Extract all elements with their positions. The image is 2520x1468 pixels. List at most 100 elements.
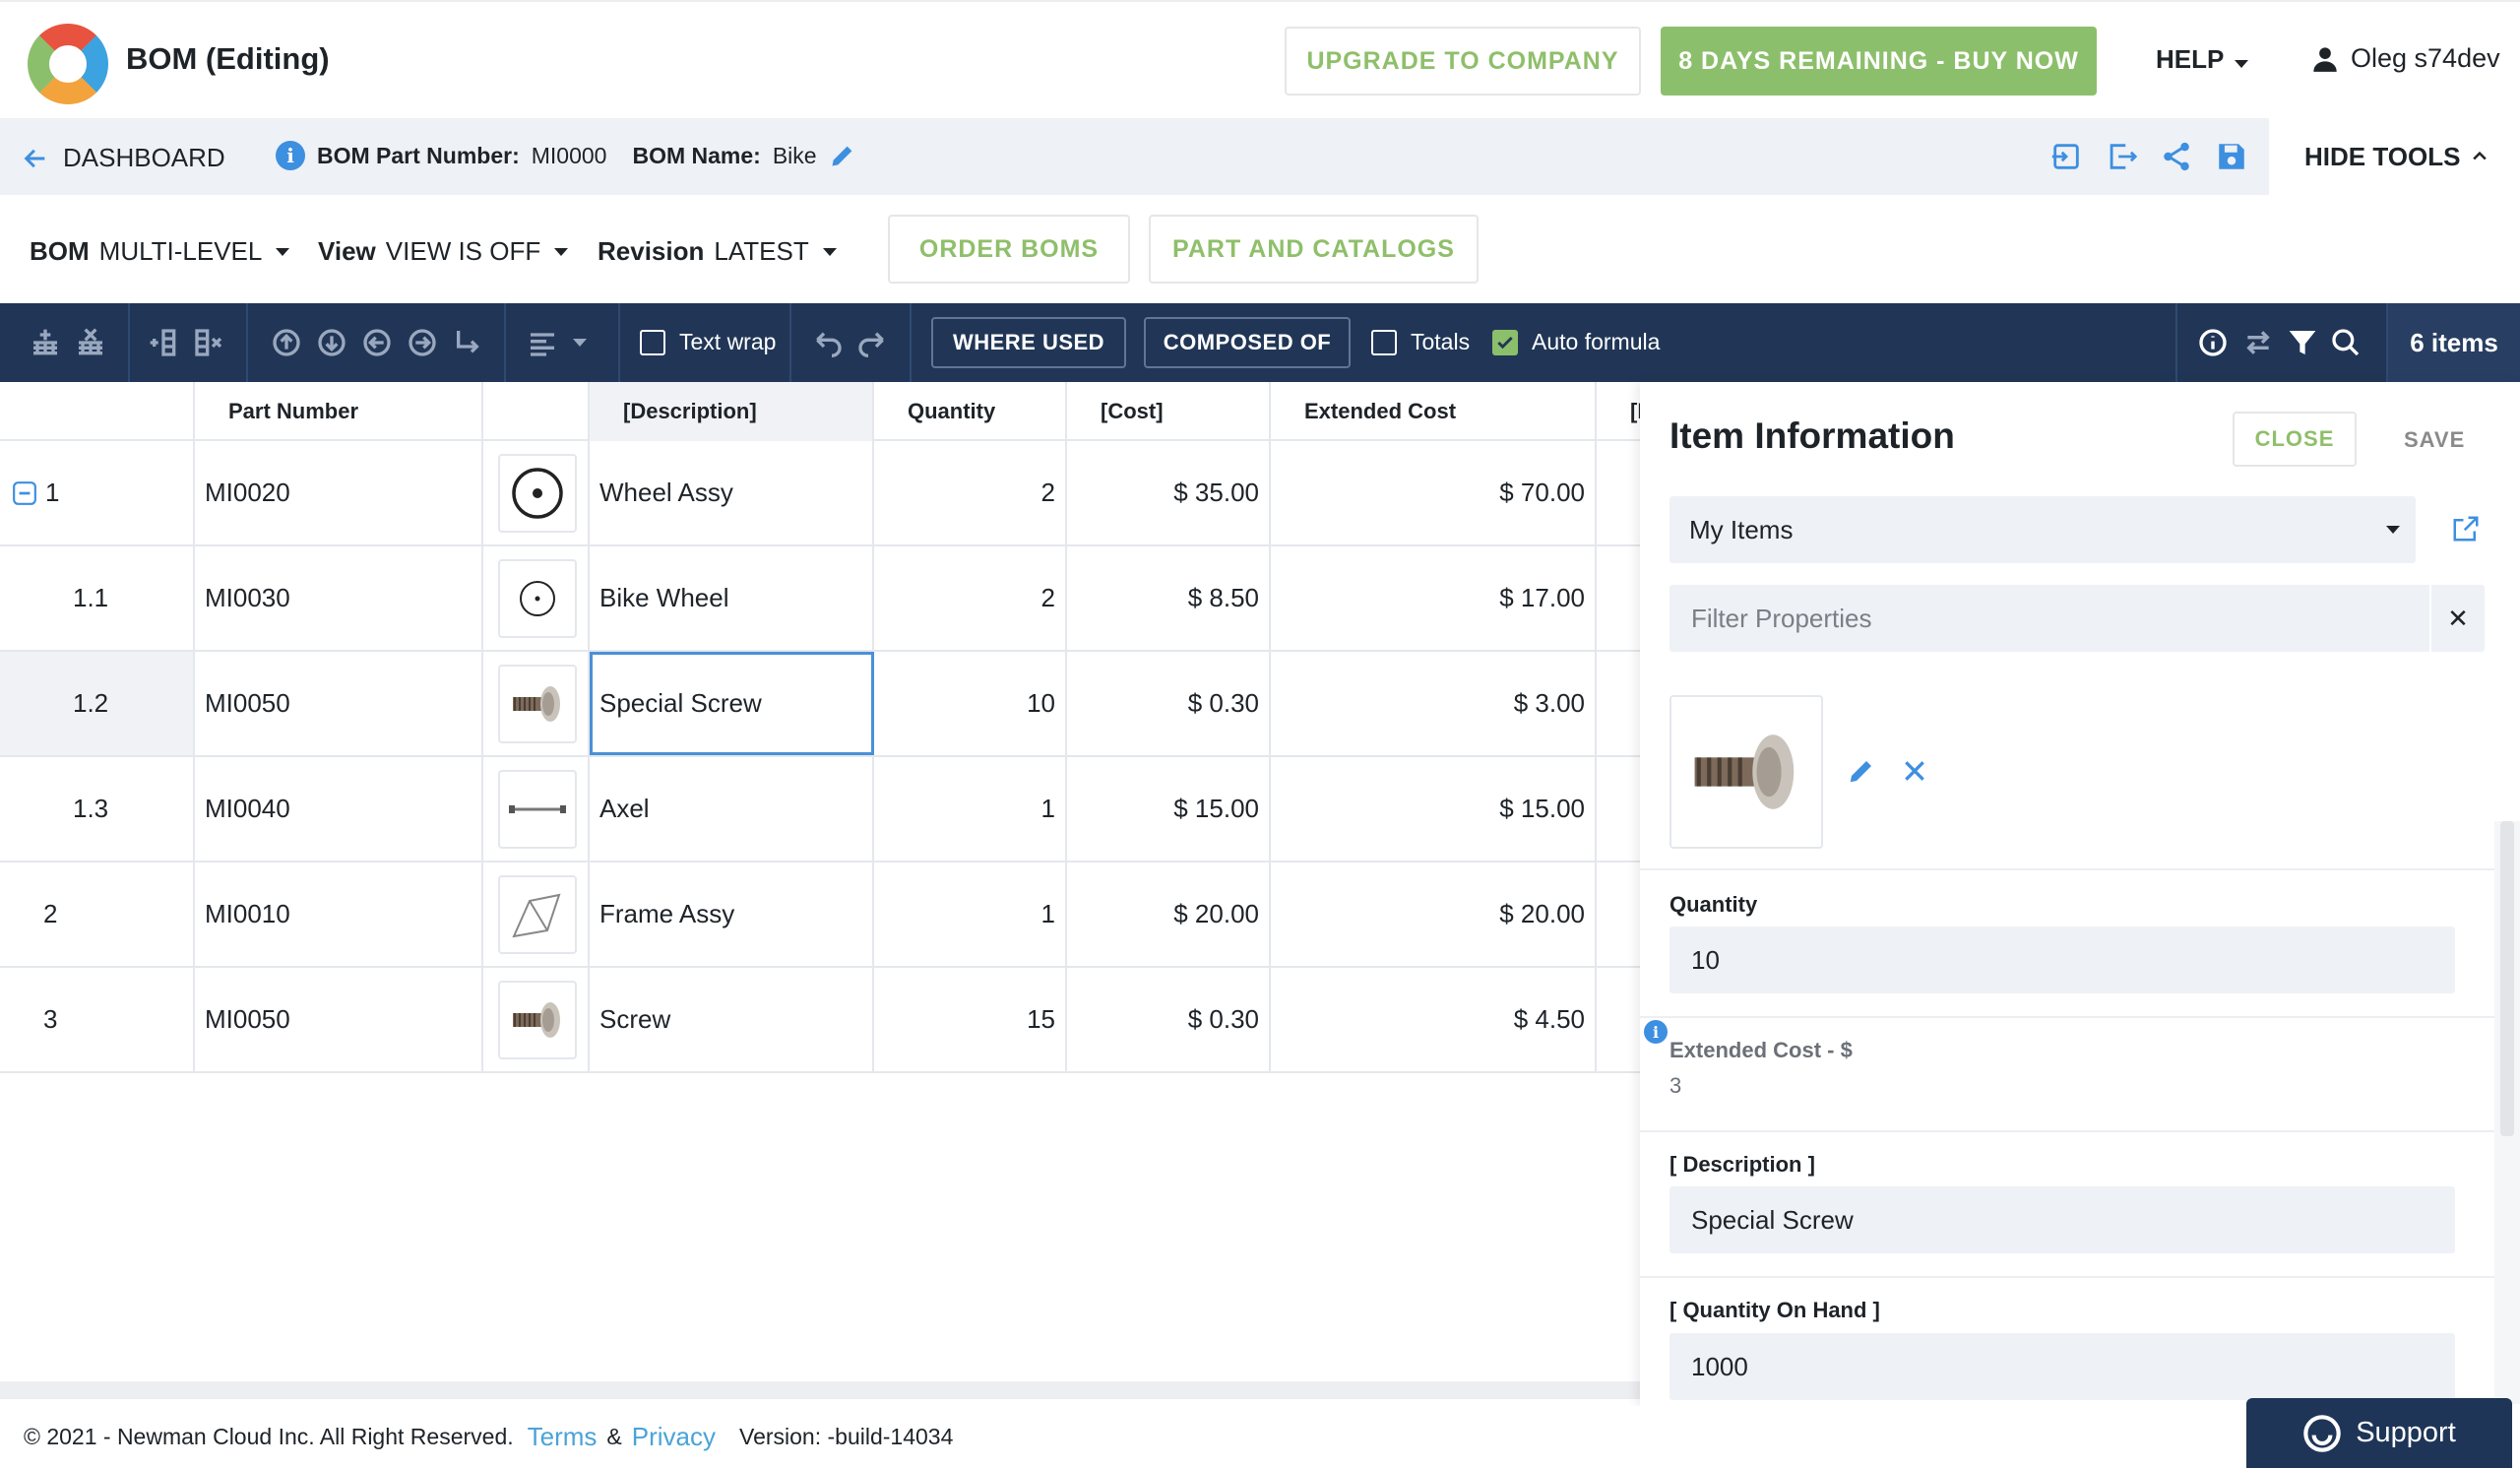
text-wrap-checkbox[interactable]: Text wrap	[640, 329, 776, 355]
search-icon[interactable]	[2330, 327, 2362, 358]
level-cell[interactable]: 2	[0, 862, 195, 966]
description-cell[interactable]: Screw	[590, 968, 874, 1071]
column-header-extended-cost[interactable]: Extended Cost	[1271, 382, 1597, 441]
support-button[interactable]: Support	[2246, 1398, 2512, 1468]
part-number-cell[interactable]: MI0030	[195, 546, 483, 650]
description-input[interactable]: Special Screw	[1670, 1186, 2455, 1253]
pencil-icon[interactable]	[1847, 756, 1876, 786]
description-cell[interactable]: Axel	[590, 757, 874, 861]
app-logo-icon[interactable]	[28, 24, 108, 104]
add-child-icon[interactable]	[30, 327, 61, 358]
description-cell[interactable]: Bike Wheel	[590, 546, 874, 650]
cost-cell[interactable]: $ 20.00	[1067, 862, 1271, 966]
auto-formula-checkbox[interactable]: Auto formula	[1492, 329, 1660, 355]
share-icon[interactable]	[2160, 140, 2193, 173]
composed-of-button[interactable]: COMPOSED OF	[1144, 317, 1351, 368]
close-button[interactable]: CLOSE	[2233, 412, 2357, 467]
open-external-icon[interactable]	[2451, 514, 2481, 543]
table-row[interactable]: 1 MI0020 Wheel Assy 2 $ 35.00 $ 70.00	[0, 441, 1642, 546]
part-thumbnail[interactable]	[498, 770, 577, 849]
column-header-quantity[interactable]: Quantity	[874, 382, 1067, 441]
save-button[interactable]: SAVE	[2404, 427, 2465, 453]
swap-icon[interactable]	[2242, 327, 2274, 358]
buy-now-button[interactable]: 8 DAYS REMAINING - BUY NOW	[1661, 27, 2097, 96]
revision-select[interactable]: Revision LATEST	[598, 236, 837, 267]
part-number-cell[interactable]: MI0040	[195, 757, 483, 861]
part-thumbnail[interactable]	[498, 875, 577, 954]
level-cell[interactable]: 1	[0, 441, 195, 544]
column-header-image[interactable]	[483, 382, 590, 441]
column-header-partial[interactable]: [I	[1597, 382, 1643, 441]
extended-cost-cell[interactable]: $ 70.00	[1271, 441, 1597, 544]
remove-column-icon[interactable]	[193, 327, 224, 358]
align-icon[interactable]	[527, 327, 558, 358]
hide-tools-button[interactable]: HIDE TOOLS	[2269, 118, 2520, 195]
clear-filter-icon[interactable]: ✕	[2429, 585, 2485, 652]
cost-cell[interactable]: $ 0.30	[1067, 652, 1271, 755]
view-select[interactable]: View VIEW IS OFF	[318, 236, 569, 267]
table-row-selected[interactable]: 1.2 MI0050 Special Screw 10 $ 0.30 $ 3.0…	[0, 652, 1642, 757]
part-number-cell[interactable]: MI0020	[195, 441, 483, 544]
table-row[interactable]: 3 MI0050 Screw 15 $ 0.30 $ 4.50	[0, 968, 1642, 1073]
totals-checkbox[interactable]: Totals	[1371, 329, 1470, 355]
help-menu[interactable]: HELP	[2156, 44, 2249, 75]
dashboard-link[interactable]: DASHBOARD	[22, 143, 225, 173]
table-row[interactable]: 2 MI0010 Frame Assy 1 $ 20.00 $ 20.00	[0, 862, 1642, 968]
item-source-select[interactable]: My Items	[1670, 496, 2416, 563]
privacy-link[interactable]: Privacy	[632, 1422, 716, 1452]
item-image[interactable]	[1670, 695, 1823, 849]
user-menu[interactable]: Oleg s74dev	[2311, 43, 2500, 74]
redo-icon[interactable]	[856, 327, 888, 358]
extended-cost-cell[interactable]: $ 3.00	[1271, 652, 1597, 755]
undo-icon[interactable]	[812, 327, 844, 358]
close-icon[interactable]	[1902, 758, 1927, 784]
outdent-icon[interactable]	[361, 327, 393, 358]
move-down-icon[interactable]	[316, 327, 347, 358]
save-icon[interactable]	[2215, 140, 2248, 173]
cost-cell[interactable]: $ 8.50	[1067, 546, 1271, 650]
insert-below-icon[interactable]	[452, 327, 483, 358]
extended-cost-cell[interactable]: $ 4.50	[1271, 968, 1597, 1071]
extended-cost-cell[interactable]: $ 15.00	[1271, 757, 1597, 861]
cost-cell[interactable]: $ 0.30	[1067, 968, 1271, 1071]
column-header-cost[interactable]: [Cost]	[1067, 382, 1271, 441]
level-cell[interactable]: 1.1	[0, 546, 195, 650]
horizontal-scrollbar[interactable]	[0, 1381, 1640, 1399]
description-cell[interactable]: Wheel Assy	[590, 441, 874, 544]
import-icon[interactable]	[2049, 140, 2083, 173]
part-number-cell[interactable]: MI0010	[195, 862, 483, 966]
quantity-cell[interactable]: 2	[874, 546, 1067, 650]
cost-cell[interactable]: $ 35.00	[1067, 441, 1271, 544]
level-cell[interactable]: 1.3	[0, 757, 195, 861]
chevron-down-icon[interactable]	[573, 339, 587, 347]
quantity-on-hand-input[interactable]: 1000	[1670, 1333, 2455, 1400]
collapse-icon[interactable]	[12, 480, 37, 506]
cost-cell[interactable]: $ 15.00	[1067, 757, 1271, 861]
description-cell-active[interactable]: Special Screw	[590, 652, 874, 755]
order-boms-button[interactable]: ORDER BOMS	[888, 215, 1130, 284]
quantity-cell[interactable]: 1	[874, 757, 1067, 861]
quantity-input[interactable]: 10	[1670, 926, 2455, 993]
info-icon[interactable]	[2197, 327, 2229, 358]
filter-properties-input[interactable]: Filter Properties ✕	[1670, 585, 2485, 652]
panel-scrollbar-thumb[interactable]	[2500, 821, 2514, 1136]
filter-icon[interactable]	[2287, 327, 2318, 358]
column-header-part-number[interactable]: Part Number	[195, 382, 483, 441]
move-up-icon[interactable]	[271, 327, 302, 358]
extended-cost-cell[interactable]: $ 20.00	[1271, 862, 1597, 966]
upgrade-button[interactable]: UPGRADE TO COMPANY	[1285, 27, 1641, 96]
pencil-icon[interactable]	[829, 142, 856, 169]
part-thumbnail[interactable]	[498, 665, 577, 743]
table-row[interactable]: 1.1 MI0030 Bike Wheel 2 $ 8.50 $ 17.00	[0, 546, 1642, 652]
level-cell[interactable]: 3	[0, 968, 195, 1071]
info-icon[interactable]: i	[1644, 1020, 1668, 1044]
level-cell[interactable]: 1.2	[0, 652, 195, 755]
column-header-description[interactable]: [Description]	[590, 382, 874, 441]
where-used-button[interactable]: WHERE USED	[931, 317, 1126, 368]
table-row[interactable]: 1.3 MI0040 Axel 1 $ 15.00 $ 15.00	[0, 757, 1642, 862]
part-thumbnail[interactable]	[498, 981, 577, 1059]
quantity-cell[interactable]: 2	[874, 441, 1067, 544]
extended-cost-cell[interactable]: $ 17.00	[1271, 546, 1597, 650]
part-thumbnail[interactable]	[498, 454, 577, 533]
info-icon[interactable]: i	[276, 141, 305, 170]
